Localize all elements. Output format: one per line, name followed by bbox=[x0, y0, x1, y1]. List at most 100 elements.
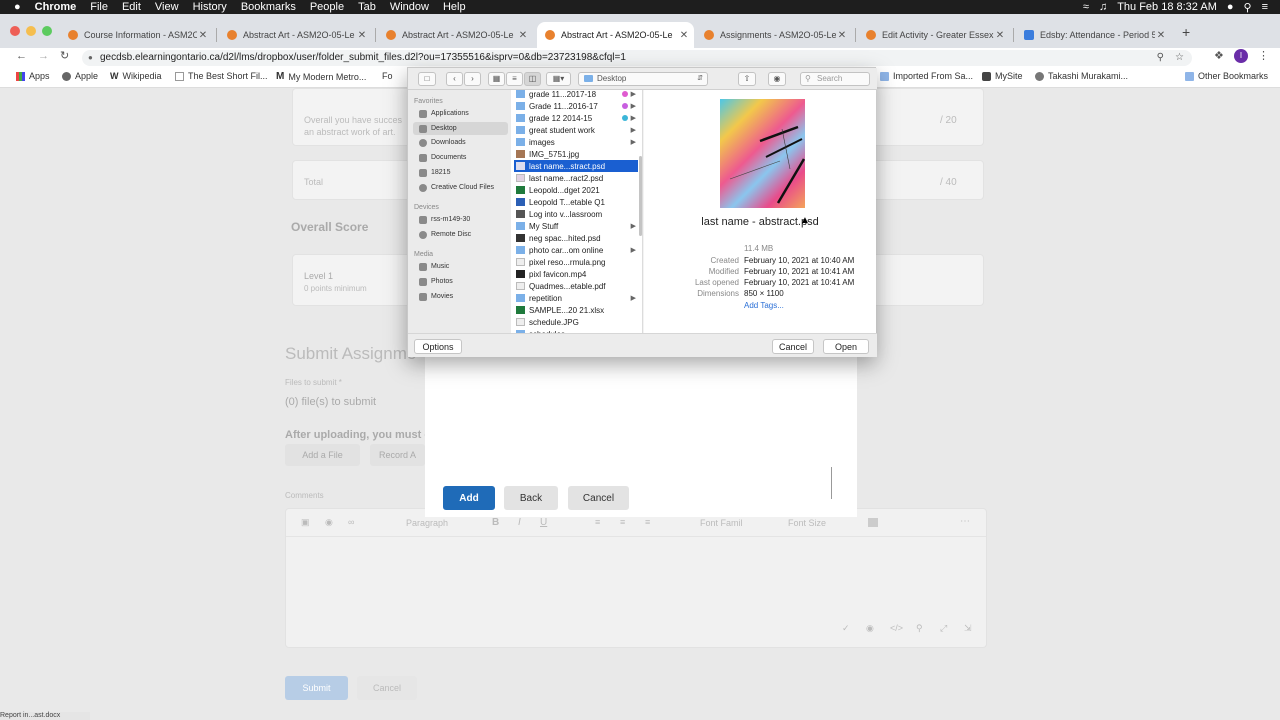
browser-tab[interactable]: Course Information - ASM2O ✕ bbox=[60, 22, 213, 48]
gallery-view-icon[interactable]: ▦▾ bbox=[546, 72, 571, 86]
minimize-window-icon[interactable] bbox=[26, 26, 36, 36]
add-tags-link[interactable]: Add Tags... bbox=[744, 301, 784, 310]
chrome-menu-icon[interactable]: ⋮ bbox=[1258, 49, 1269, 62]
align-icon[interactable]: ≡ bbox=[595, 517, 600, 527]
bold-icon[interactable]: B bbox=[492, 517, 499, 528]
wifi-icon[interactable]: ≈ bbox=[1083, 1, 1089, 13]
file-item[interactable]: last name...ract2.psd bbox=[514, 172, 638, 184]
close-window-icon[interactable] bbox=[10, 26, 20, 36]
menu-view[interactable]: View bbox=[155, 1, 179, 13]
sidebar-item-documents[interactable]: Documents bbox=[413, 151, 508, 164]
color-swatch-icon[interactable] bbox=[868, 518, 878, 527]
volume-icon[interactable]: ♫ bbox=[1099, 1, 1107, 13]
modal-back-button[interactable]: Back bbox=[504, 486, 558, 510]
icon-view-icon[interactable]: ▦ bbox=[488, 72, 505, 86]
sidebar-item-applications[interactable]: Applications bbox=[413, 107, 508, 120]
tag-icon[interactable]: ◉ bbox=[768, 72, 786, 86]
sidebar-item-creative-cloud[interactable]: Creative Cloud Files bbox=[413, 181, 508, 194]
resize-handle-icon[interactable]: ⇲ bbox=[964, 623, 972, 634]
sidebar-toggle-icon[interactable]: □ bbox=[418, 72, 436, 86]
add-file-button[interactable]: Add a File bbox=[285, 444, 360, 466]
zoom-window-icon[interactable] bbox=[42, 26, 52, 36]
bookmark-fo[interactable]: Fo bbox=[382, 71, 393, 81]
sidebar-item-music[interactable]: Music bbox=[413, 260, 508, 273]
file-item-folder[interactable]: images ▶ bbox=[514, 136, 638, 148]
file-item-folder[interactable]: My Stuff ▶ bbox=[514, 220, 638, 232]
numbered-list-icon[interactable]: ≡ bbox=[645, 517, 650, 527]
bookmark-apple[interactable]: Apple bbox=[62, 71, 98, 81]
sidebar-item-home[interactable]: 18215 bbox=[413, 166, 508, 179]
profile-avatar[interactable]: I bbox=[1234, 49, 1248, 63]
address-bar[interactable]: ● gecdsb.elearningontario.ca/d2l/lms/dro… bbox=[82, 50, 1192, 66]
menu-help[interactable]: Help bbox=[443, 1, 466, 13]
modal-add-button[interactable]: Add bbox=[443, 486, 495, 510]
menu-bookmarks[interactable]: Bookmarks bbox=[241, 1, 296, 13]
back-nav-icon[interactable]: ‹ bbox=[446, 72, 463, 86]
browser-tab[interactable]: Assignments - ASM2O-05-Le ✕ bbox=[696, 22, 852, 48]
close-tab-icon[interactable]: ✕ bbox=[517, 30, 529, 41]
font-size-select[interactable]: Font Size bbox=[788, 518, 826, 528]
options-button[interactable]: Options bbox=[414, 339, 462, 354]
file-item[interactable]: pixel reso...rmula.png bbox=[514, 256, 638, 268]
browser-tab[interactable]: Edsby: Attendance - Period 5 ✕ bbox=[1016, 22, 1171, 48]
bookmark-wikipedia[interactable]: W Wikipedia bbox=[110, 71, 162, 81]
file-item-folder[interactable]: grade 11...2017-18 ▶ bbox=[514, 90, 638, 100]
file-item[interactable]: IMG_5751.jpg bbox=[514, 148, 638, 160]
user-icon[interactable]: ● bbox=[1227, 1, 1234, 13]
file-item-folder[interactable]: photo car...om online ▶ bbox=[514, 244, 638, 256]
close-tab-icon[interactable]: ✕ bbox=[1155, 30, 1167, 41]
browser-tab[interactable]: Abstract Art - ASM2O-05-Le ✕ bbox=[378, 22, 533, 48]
dialog-cancel-button[interactable]: Cancel bbox=[772, 339, 814, 354]
modal-cancel-button[interactable]: Cancel bbox=[568, 486, 629, 510]
list-icon[interactable]: ≡ bbox=[620, 517, 625, 527]
bookmark-other-bookmarks[interactable]: Other Bookmarks bbox=[1185, 71, 1268, 81]
close-tab-icon[interactable]: ✕ bbox=[678, 30, 690, 41]
file-item[interactable]: Leopold T...etable Q1 bbox=[514, 196, 638, 208]
paragraph-select[interactable]: Paragraph bbox=[406, 518, 448, 528]
spotlight-icon[interactable]: ⚲ bbox=[1244, 1, 1252, 14]
file-item[interactable]: SAMPLE...20 21.xlsx bbox=[514, 304, 638, 316]
share-icon[interactable]: ⇧ bbox=[738, 72, 756, 86]
bookmark-my-modern-met[interactable]: M My Modern Metro... bbox=[276, 71, 366, 82]
list-view-icon[interactable]: ≡ bbox=[506, 72, 523, 86]
menu-file[interactable]: File bbox=[90, 1, 108, 13]
file-item[interactable]: Quadmes...etable.pdf bbox=[514, 280, 638, 292]
file-item-selected[interactable]: last name...stract.psd bbox=[514, 160, 638, 172]
apple-menu-icon[interactable]: ● bbox=[14, 1, 21, 13]
sidebar-item-photos[interactable]: Photos bbox=[413, 275, 508, 288]
spellcheck-icon[interactable]: ✓ bbox=[842, 623, 850, 634]
menu-app-chrome[interactable]: Chrome bbox=[35, 1, 77, 13]
dialog-open-button[interactable]: Open bbox=[823, 339, 869, 354]
file-item[interactable]: schedule.JPG bbox=[514, 316, 638, 328]
cancel-button[interactable]: Cancel bbox=[357, 676, 417, 700]
comments-editor[interactable]: ▣ ◉ ∞ Paragraph B I U ≡ ≡ ≡ Font Famil F… bbox=[285, 508, 987, 648]
file-item-folder[interactable]: repetition ▶ bbox=[514, 292, 638, 304]
zoom-search-icon[interactable]: ⚲ bbox=[1157, 50, 1164, 66]
back-icon[interactable]: ← bbox=[16, 50, 27, 62]
location-popup[interactable]: Desktop ⇵ bbox=[578, 72, 708, 86]
extensions-icon[interactable]: ❖ bbox=[1214, 49, 1224, 62]
menu-tab[interactable]: Tab bbox=[358, 1, 376, 13]
menubar-datetime[interactable]: Thu Feb 18 8:32 AM bbox=[1117, 1, 1217, 13]
font-family-select[interactable]: Font Famil bbox=[700, 518, 743, 528]
record-audio-button[interactable]: Record A bbox=[370, 444, 425, 466]
file-item[interactable]: neg spac...hited.psd bbox=[514, 232, 638, 244]
file-item-folder[interactable]: Grade 11...2016-17 ▶ bbox=[514, 100, 638, 112]
menu-edit[interactable]: Edit bbox=[122, 1, 141, 13]
file-item[interactable]: Log into v...lassroom bbox=[514, 208, 638, 220]
menu-window[interactable]: Window bbox=[390, 1, 429, 13]
underline-icon[interactable]: U bbox=[540, 517, 547, 528]
sidebar-item-computer[interactable]: rss-m149-30 bbox=[413, 213, 508, 226]
sidebar-item-movies[interactable]: Movies bbox=[413, 290, 508, 303]
sidebar-item-downloads[interactable]: Downloads bbox=[413, 136, 508, 149]
close-tab-icon[interactable]: ✕ bbox=[197, 30, 209, 41]
reload-icon[interactable]: ↻ bbox=[60, 49, 69, 62]
bookmark-takashi-murakami[interactable]: Takashi Murakami... bbox=[1035, 71, 1128, 81]
bookmark-best-short-films[interactable]: The Best Short Fil... bbox=[175, 71, 268, 81]
search-field[interactable]: ⚲ Search bbox=[800, 72, 870, 86]
modal-resize-handle[interactable] bbox=[831, 467, 837, 499]
menu-people[interactable]: People bbox=[310, 1, 344, 13]
forward-icon[interactable]: → bbox=[38, 50, 49, 62]
forward-nav-icon[interactable]: › bbox=[464, 72, 481, 86]
bookmark-imported-from-safari[interactable]: Imported From Sa... bbox=[880, 71, 973, 81]
